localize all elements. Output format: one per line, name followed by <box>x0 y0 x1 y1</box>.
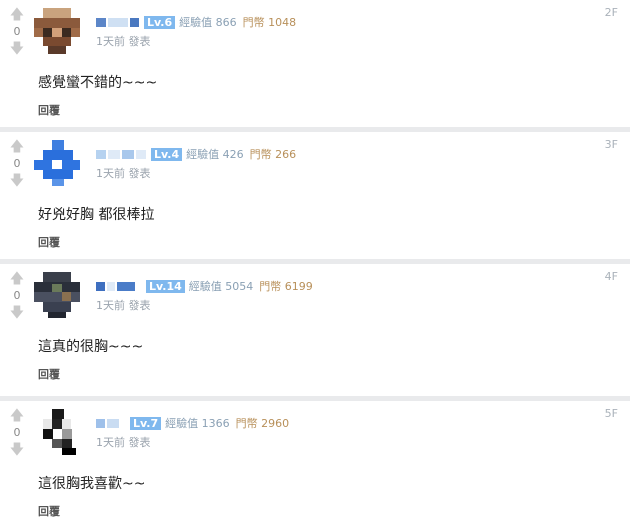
post-time: 1天前 發表 <box>96 167 151 180</box>
user-info: Lv.6 經驗值 866 門幣 1048 <box>96 14 296 30</box>
vote-widget: 🡅 0 🡇 <box>6 409 28 457</box>
vote-count: 0 <box>13 25 21 38</box>
exp-value: 經驗值 426 <box>186 148 244 161</box>
comment-item: 🡅 0 🡇 Lv.4 經驗值 426 門幣 266 1天前 發表 3F 好兇好胸… <box>0 132 630 259</box>
vote-count: 0 <box>13 426 21 439</box>
post-time: 1天前 發表 <box>96 436 151 449</box>
arrow-down-icon[interactable]: 🡇 <box>6 174 28 188</box>
username-blur[interactable] <box>96 281 105 291</box>
arrow-up-icon[interactable]: 🡅 <box>6 272 28 286</box>
coin-value: 門幣 2960 <box>235 417 290 430</box>
level-badge: Lv.4 <box>151 147 183 161</box>
floor-number: 2F <box>604 6 618 19</box>
post-time: 1天前 發表 <box>96 299 151 312</box>
reply-button[interactable]: 回覆 <box>38 234 60 250</box>
level-badge: Lv.7 <box>130 416 162 430</box>
arrow-up-icon[interactable]: 🡅 <box>6 409 28 423</box>
coin-value: 門幣 1048 <box>242 16 297 29</box>
vote-count: 0 <box>13 289 21 302</box>
vote-widget: 🡅 0 🡇 <box>6 272 28 320</box>
floor-number: 3F <box>604 138 618 151</box>
vote-widget: 🡅 0 🡇 <box>6 8 28 56</box>
arrow-down-icon[interactable]: 🡇 <box>6 42 28 56</box>
coin-value: 門幣 6199 <box>259 280 313 293</box>
comment-text: 這很胸我喜歡~~ <box>38 476 146 492</box>
comment-item: 🡅 0 🡇 Lv.14 經驗值 5054 門幣 6199 1天前 發表 4F 這… <box>0 264 630 391</box>
vote-count: 0 <box>13 157 21 170</box>
comment-item: 🡅 0 🡇 Lv.7 經驗值 1366 門幣 2960 1天前 發表 5F 這很… <box>0 401 630 532</box>
arrow-up-icon[interactable]: 🡅 <box>6 140 28 154</box>
exp-value: 經驗值 866 <box>179 16 237 29</box>
comment-text: 好兇好胸 都很棒拉 <box>38 207 155 223</box>
reply-button[interactable]: 回覆 <box>38 102 60 118</box>
comment-text: 這真的很胸~~~ <box>38 339 144 355</box>
floor-number: 5F <box>604 407 618 420</box>
user-info: Lv.7 經驗值 1366 門幣 2960 <box>96 415 289 431</box>
arrow-up-icon[interactable]: 🡅 <box>6 8 28 22</box>
avatar[interactable] <box>34 409 80 455</box>
post-time: 1天前 發表 <box>96 35 151 48</box>
avatar[interactable] <box>34 8 80 54</box>
avatar[interactable] <box>34 272 80 318</box>
arrow-down-icon[interactable]: 🡇 <box>6 306 28 320</box>
username-blur[interactable] <box>96 17 106 27</box>
coin-value: 門幣 266 <box>249 148 297 161</box>
level-badge: Lv.6 <box>144 15 176 29</box>
user-info: Lv.14 經驗值 5054 門幣 6199 <box>96 278 313 294</box>
username-blur[interactable] <box>96 149 106 159</box>
comment-text: 感覺蠻不錯的~~~ <box>38 75 158 91</box>
exp-value: 經驗值 5054 <box>188 280 254 293</box>
user-info: Lv.4 經驗值 426 門幣 266 <box>96 146 296 162</box>
reply-button[interactable]: 回覆 <box>38 503 60 519</box>
arrow-down-icon[interactable]: 🡇 <box>6 443 28 457</box>
exp-value: 經驗值 1366 <box>165 417 230 430</box>
avatar[interactable] <box>34 140 80 186</box>
level-badge: Lv.14 <box>146 279 185 293</box>
floor-number: 4F <box>604 270 618 283</box>
reply-button[interactable]: 回覆 <box>38 366 60 382</box>
username-blur[interactable] <box>96 418 105 428</box>
comment-item: 🡅 0 🡇 Lv.6 經驗值 866 門幣 1048 1天前 發表 2F 感覺蠻… <box>0 0 630 127</box>
vote-widget: 🡅 0 🡇 <box>6 140 28 188</box>
